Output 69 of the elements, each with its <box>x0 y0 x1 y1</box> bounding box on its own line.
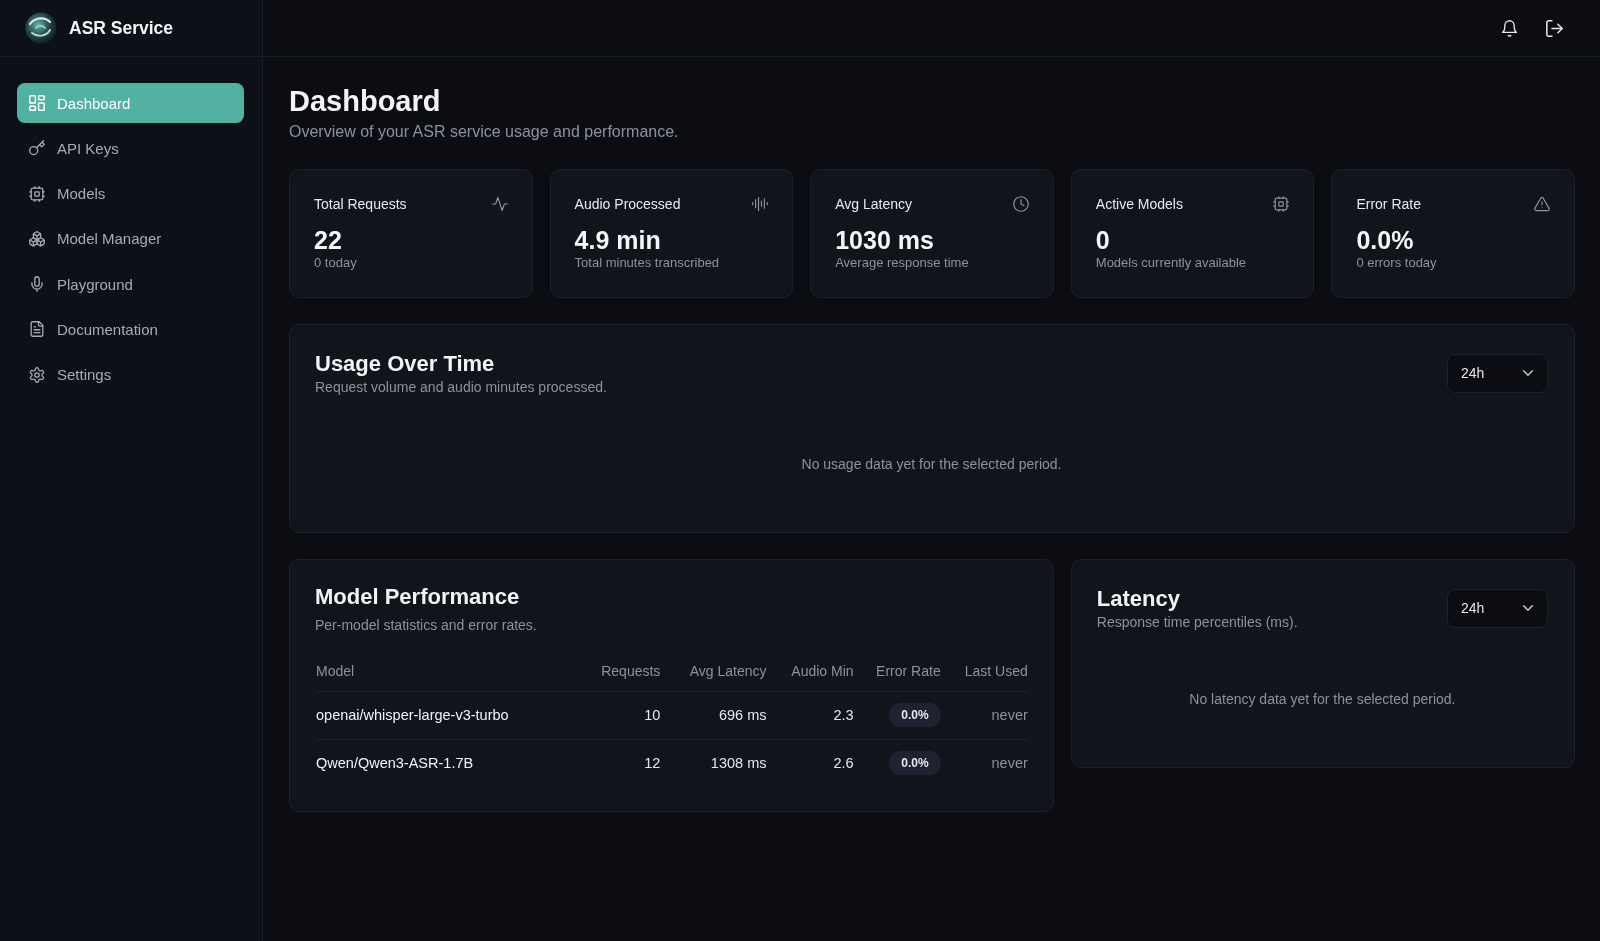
column-header: Avg Latency <box>660 651 767 691</box>
stat-value: 22 <box>314 225 343 255</box>
pulse-icon <box>491 196 508 212</box>
stat-value: 1030 ms <box>835 225 935 255</box>
microphone-icon <box>29 276 45 293</box>
column-header: Error Rate <box>853 651 941 691</box>
table-cell: openai/whisper-large-v3-turbo <box>315 691 574 739</box>
section-title: Model Performance <box>315 583 521 611</box>
nav-item[interactable]: Model Manager <box>17 218 244 259</box>
table-cell: 2.6 <box>766 739 854 787</box>
warning-icon <box>1534 196 1550 212</box>
table-cell: Qwen/Qwen3-ASR-1.7B <box>315 739 574 787</box>
bell-icon[interactable] <box>1501 19 1518 37</box>
range-select[interactable]: 24h <box>1447 353 1548 393</box>
table-cell: never <box>940 739 1028 787</box>
stat-note: Average response time <box>835 255 970 271</box>
table-cell: never <box>940 691 1028 739</box>
column-header: Requests <box>573 651 661 691</box>
clock-icon <box>1012 196 1029 212</box>
app-name: ASR Service <box>69 17 174 39</box>
column-header: Audio Min <box>766 651 854 691</box>
stat-note: 0 today <box>314 255 358 271</box>
boxes-icon <box>29 230 45 247</box>
page-title: Dashboard <box>289 84 442 119</box>
stat-note: Models currently available <box>1095 255 1248 271</box>
table-cell: 10 <box>573 691 661 739</box>
key-icon <box>29 140 45 157</box>
error-rate-badge: 0.0% <box>889 703 941 727</box>
stat-value: 4.9 min <box>574 225 662 255</box>
stat-label: Avg Latency <box>835 195 912 213</box>
empty-state-text: No usage data yet for the selected period. <box>801 455 1062 473</box>
chevron-down-icon <box>1523 370 1533 376</box>
settings-icon <box>29 366 45 383</box>
logo-icon <box>25 12 57 44</box>
nav-item[interactable]: Models <box>17 173 244 214</box>
nav-item[interactable]: API Keys <box>17 128 244 169</box>
logout-icon[interactable] <box>1546 19 1563 37</box>
section-subtitle: Response time percentiles (ms). <box>1096 613 1298 631</box>
waveform-icon <box>752 196 769 212</box>
section-title: Usage Over Time <box>315 350 496 378</box>
empty-state-text: No latency data yet for the selected period. <box>1189 690 1456 708</box>
nav-item[interactable]: Playground <box>17 264 244 305</box>
error-rate-badge: 0.0% <box>889 751 941 776</box>
stat-label: Audio Processed <box>574 195 681 213</box>
table-cell: 696 ms <box>660 691 767 739</box>
stat-note: Total minutes transcribed <box>574 255 721 271</box>
nav-item[interactable]: Documentation <box>17 309 244 350</box>
section-title: Latency <box>1096 585 1181 613</box>
grid-icon <box>29 95 45 111</box>
column-header: Last Used <box>940 651 1028 691</box>
section-subtitle: Per-model statistics and error rates. <box>315 616 538 634</box>
document-icon <box>29 321 45 338</box>
chevron-down-icon <box>1523 605 1533 611</box>
stat-label: Active Models <box>1095 195 1183 213</box>
table-cell: 1308 ms <box>660 739 767 787</box>
column-header: Model <box>315 651 574 691</box>
table-cell: 12 <box>573 739 661 787</box>
chip-icon <box>1273 196 1290 212</box>
stat-value: 0.0% <box>1356 225 1415 255</box>
stat-label: Total Requests <box>314 195 407 213</box>
stat-note: 0 errors today <box>1356 255 1438 271</box>
section-subtitle: Request volume and audio minutes processed. <box>315 378 607 396</box>
range-select[interactable]: 24h <box>1447 588 1548 628</box>
chip-icon <box>29 185 45 202</box>
table-cell: 2.3 <box>766 691 854 739</box>
stat-label: Error Rate <box>1356 195 1421 213</box>
page-subtitle: Overview of your ASR service usage and performance. <box>289 122 680 142</box>
stat-value: 0 <box>1095 225 1111 255</box>
nav-item[interactable]: Settings <box>17 354 244 395</box>
